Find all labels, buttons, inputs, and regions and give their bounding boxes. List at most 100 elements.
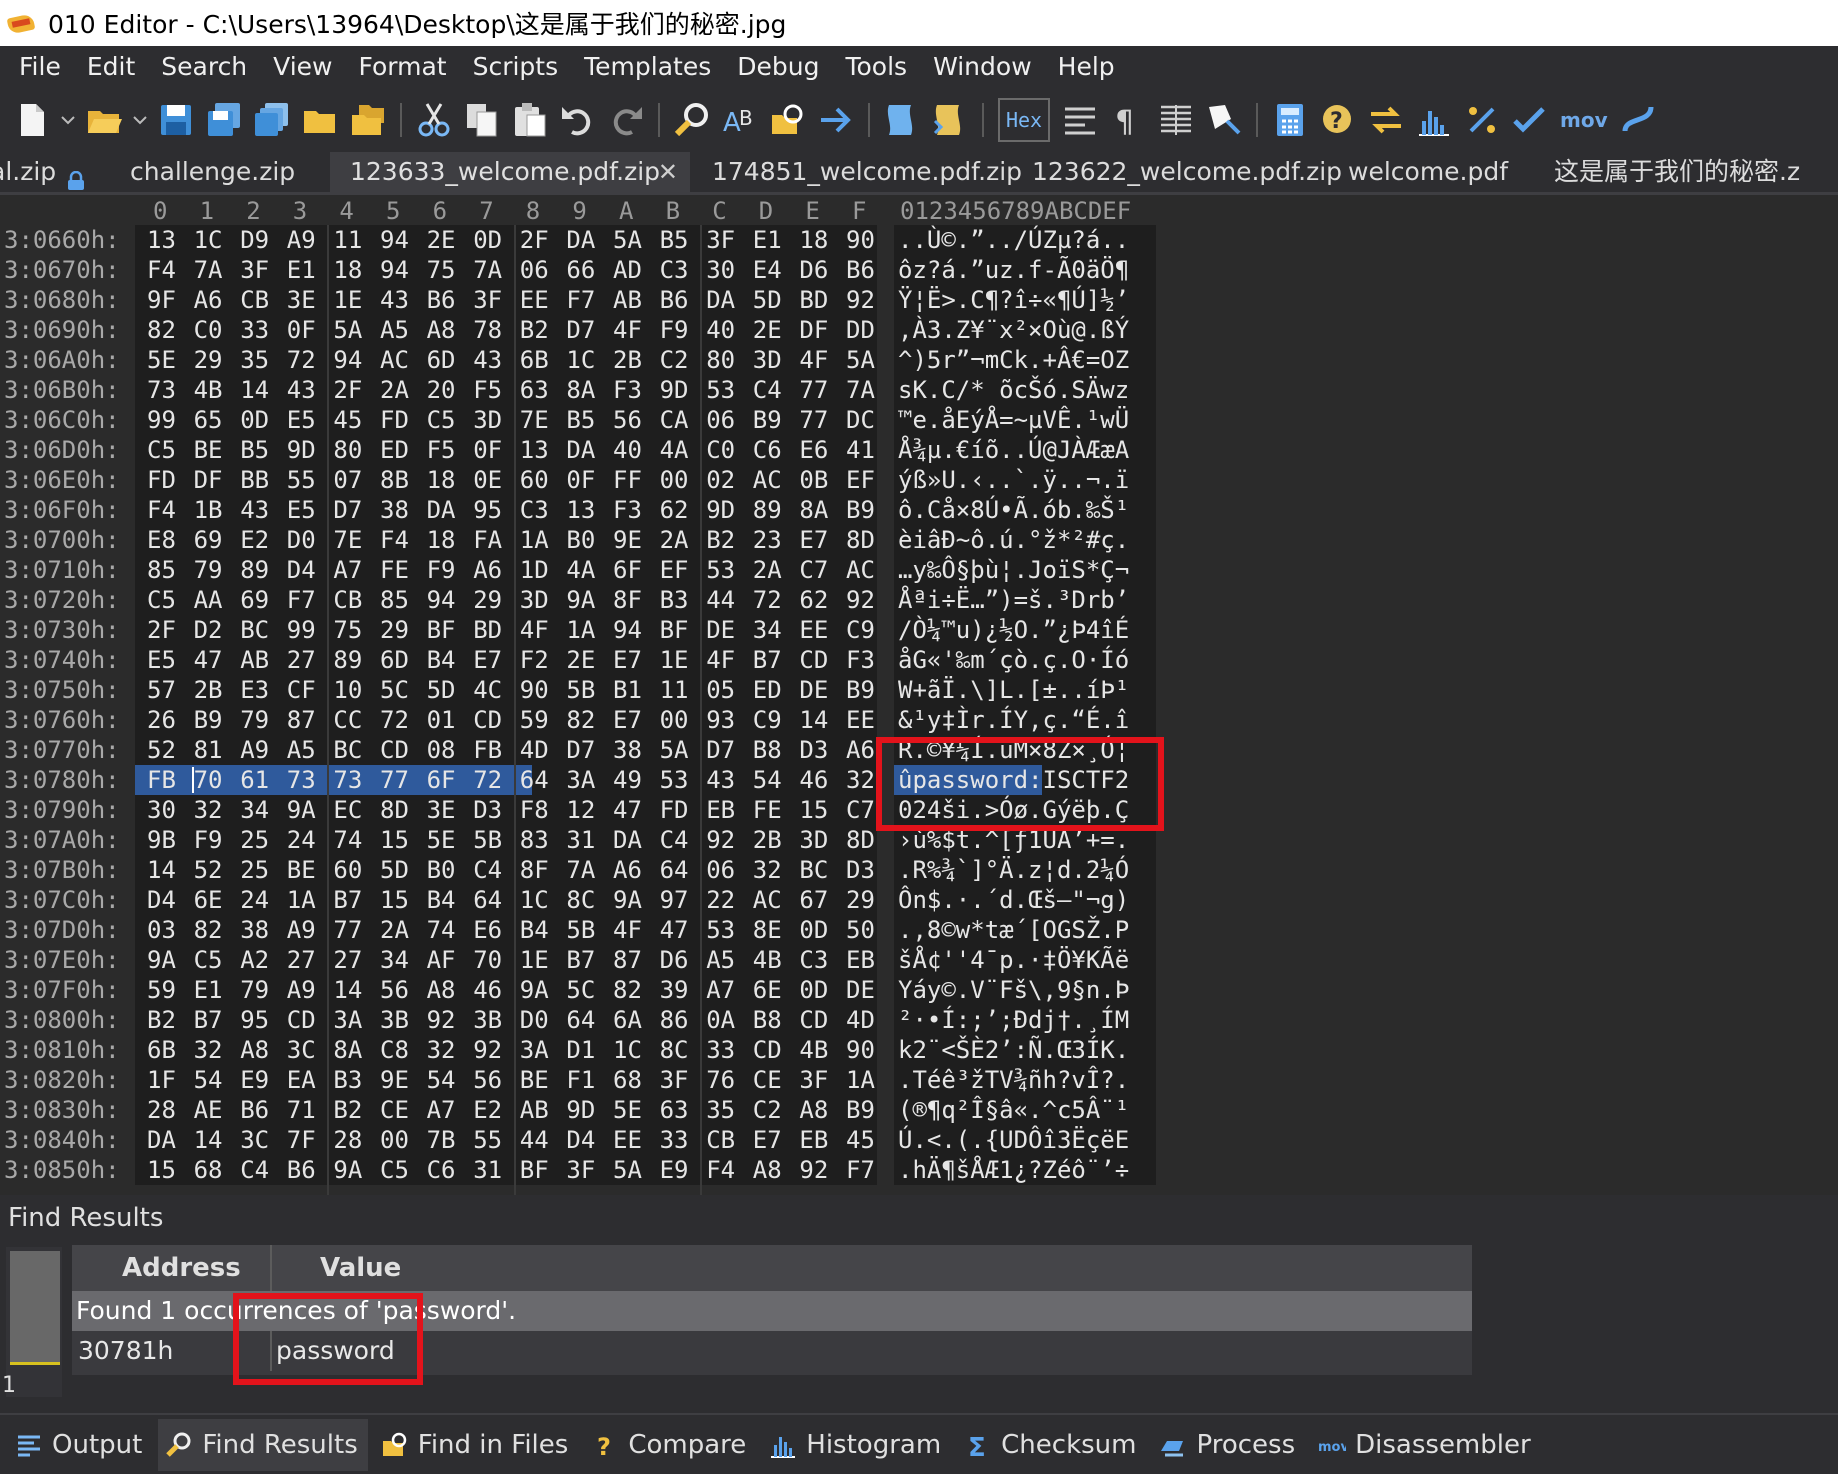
hex-byte[interactable]: 92 (706, 825, 735, 855)
column-header-address[interactable]: Address (122, 1253, 241, 1283)
ascii-text[interactable]: Ú.<.(.{UDÔî3ËçëE (894, 1125, 1156, 1155)
hex-byte[interactable]: B6 (240, 1095, 269, 1125)
hex-byte[interactable]: 20 (427, 375, 456, 405)
hex-byte[interactable]: CA (660, 405, 689, 435)
hex-byte[interactable]: 54 (194, 1065, 223, 1095)
hex-byte[interactable]: 12 (566, 795, 595, 825)
hex-byte[interactable]: 90 (520, 675, 549, 705)
hex-byte[interactable]: C3 (660, 255, 689, 285)
hex-byte[interactable]: A7 (706, 975, 735, 1005)
hex-row[interactable]: 3:07F0h: 59 E1 79 A9 14 56 A8 46 9A 5C 82 39 A7 6E 0D DE… (0, 975, 1838, 1005)
hex-byte[interactable]: CB (333, 585, 362, 615)
hex-byte[interactable]: A7 (333, 555, 362, 585)
hex-byte[interactable]: 4C (473, 675, 502, 705)
hex-byte[interactable]: 5A (333, 315, 362, 345)
ascii-text[interactable]: ô.Cå×8Ú•Ã.ób.‰Š¹ (894, 495, 1156, 525)
hex-byte[interactable]: 73 (147, 375, 176, 405)
hex-byte[interactable]: 2E (566, 645, 595, 675)
hex-byte[interactable]: 27 (333, 945, 362, 975)
hex-byte[interactable]: 00 (660, 705, 689, 735)
hex-byte[interactable]: 5E (613, 1095, 642, 1125)
hex-byte[interactable]: D0 (520, 1005, 549, 1035)
hex-byte[interactable]: DA (566, 435, 595, 465)
histogram-icon[interactable] (1414, 100, 1454, 140)
hex-byte[interactable]: 64 (566, 1005, 595, 1035)
hex-row[interactable]: 3:06B0h: 73 4B 14 43 2F 2A 20 F5 63 8A F3 9D 53 C4 77 7A… (0, 375, 1838, 405)
hex-byte[interactable]: 6D (427, 345, 456, 375)
hex-mode-button[interactable]: Hex (998, 98, 1050, 142)
hex-byte[interactable]: A8 (427, 315, 456, 345)
hex-byte[interactable]: 32 (427, 1035, 456, 1065)
hex-byte[interactable]: 15 (799, 795, 828, 825)
compare-icon[interactable] (1618, 100, 1658, 140)
hex-row[interactable]: 3:0800h: B2 B7 95 CD 3A 3B 92 3B D0 64 6A 86 0A B8 CD 4D… (0, 1005, 1838, 1035)
hex-byte[interactable]: 56 (380, 975, 409, 1005)
hex-byte[interactable]: DA (427, 495, 456, 525)
hex-byte[interactable]: FE (753, 795, 782, 825)
hex-byte[interactable]: 6F (613, 555, 642, 585)
copy-icon[interactable] (462, 100, 502, 140)
hex-byte[interactable]: 6D (380, 645, 409, 675)
hex-bytes[interactable]: 2F D2 BC 99 75 29 BF BD 4F 1A 94 BF DE 34 EE C9 (135, 615, 877, 645)
hex-byte[interactable]: BC (799, 855, 828, 885)
hex-byte[interactable]: F4 (147, 255, 176, 285)
hex-byte[interactable]: 01 (427, 705, 456, 735)
hex-byte[interactable]: EB (799, 1125, 828, 1155)
hex-byte[interactable]: 5E (427, 825, 456, 855)
hex-bytes[interactable]: 6B 32 A8 3C 8A C8 32 92 3A D1 1C 8C 33 CD 4B 90 (135, 1035, 877, 1065)
ascii-text[interactable]: ‚À3.Z¥¨x²×Où@.ßÝ (894, 315, 1156, 345)
hex-byte[interactable]: 22 (706, 885, 735, 915)
hex-byte[interactable]: A9 (287, 975, 316, 1005)
hex-byte[interactable]: 24 (240, 885, 269, 915)
hex-byte[interactable]: 93 (706, 705, 735, 735)
hex-row[interactable]: 3:0700h: E8 69 E2 D0 7E F4 18 FA 1A B0 9E 2A B2 23 E7 8D… (0, 525, 1838, 555)
hex-byte[interactable]: C4 (240, 1155, 269, 1185)
tab-output[interactable]: Output (8, 1419, 152, 1471)
run-template-icon[interactable] (930, 100, 970, 140)
hex-byte[interactable]: BF (660, 615, 689, 645)
hex-byte[interactable]: A8 (799, 1095, 828, 1125)
file-tab-123622-welcome-pdf-zip[interactable]: 123622_welcome.pdf.zip (1032, 152, 1348, 194)
hex-byte[interactable]: CD (473, 705, 502, 735)
hex-byte[interactable]: 2F (147, 615, 176, 645)
hex-byte[interactable]: 3F (660, 1065, 689, 1095)
hex-byte[interactable]: 9A (333, 1155, 362, 1185)
hex-byte[interactable]: 85 (380, 585, 409, 615)
hex-byte[interactable]: C7 (799, 555, 828, 585)
hex-byte[interactable]: A9 (287, 225, 316, 255)
hex-byte[interactable]: 1A (846, 1065, 875, 1095)
hex-byte[interactable]: 29 (846, 885, 875, 915)
hex-byte[interactable]: BE (287, 855, 316, 885)
hex-row[interactable]: 3:0710h: 85 79 89 D4 A7 FE F9 A6 1D 4A 6F EF 53 2A C7 AC… (0, 555, 1838, 585)
hex-byte[interactable]: 28 (333, 1125, 362, 1155)
ascii-text[interactable]: ^)5r”¬mCk.+Â€=OZ (894, 345, 1156, 375)
percent-icon[interactable] (1462, 100, 1502, 140)
hex-byte[interactable]: 76 (706, 1065, 735, 1095)
close-tab-icon[interactable]: ✕ (658, 152, 678, 192)
hex-byte[interactable]: E1 (287, 255, 316, 285)
hex-byte[interactable]: 43 (473, 345, 502, 375)
menu-file[interactable]: File (6, 46, 74, 88)
hex-byte[interactable]: 79 (240, 975, 269, 1005)
hex-byte[interactable]: B7 (753, 645, 782, 675)
ascii-text[interactable]: .Téê³žTV¾ñh?vÎ?. (894, 1065, 1156, 1095)
hex-byte[interactable]: C5 (427, 405, 456, 435)
hex-byte[interactable]: 9A (147, 945, 176, 975)
hex-byte[interactable]: 56 (473, 1065, 502, 1095)
hex-byte[interactable]: 90 (846, 1035, 875, 1065)
hex-byte[interactable]: 2E (427, 225, 456, 255)
hex-byte[interactable]: 77 (380, 765, 409, 795)
ascii-text[interactable]: ..Ù©.”../ÚZµ?á.. (894, 225, 1156, 255)
hex-byte[interactable]: 00 (660, 465, 689, 495)
hex-byte[interactable]: BC (333, 735, 362, 765)
hex-byte[interactable]: 43 (706, 765, 735, 795)
hex-byte[interactable]: E2 (473, 1095, 502, 1125)
hex-byte[interactable]: D7 (566, 315, 595, 345)
hex-byte[interactable]: 6B (520, 345, 549, 375)
hex-byte[interactable]: 92 (473, 1035, 502, 1065)
hex-bytes[interactable]: 52 81 A9 A5 BC CD 08 FB 4D D7 38 5A D7 B8 D3 A6 (135, 735, 877, 765)
hex-byte[interactable]: 06 (706, 405, 735, 435)
hex-byte[interactable]: 83 (520, 825, 549, 855)
hex-byte[interactable]: A5 (706, 945, 735, 975)
hex-byte[interactable]: 8F (613, 585, 642, 615)
